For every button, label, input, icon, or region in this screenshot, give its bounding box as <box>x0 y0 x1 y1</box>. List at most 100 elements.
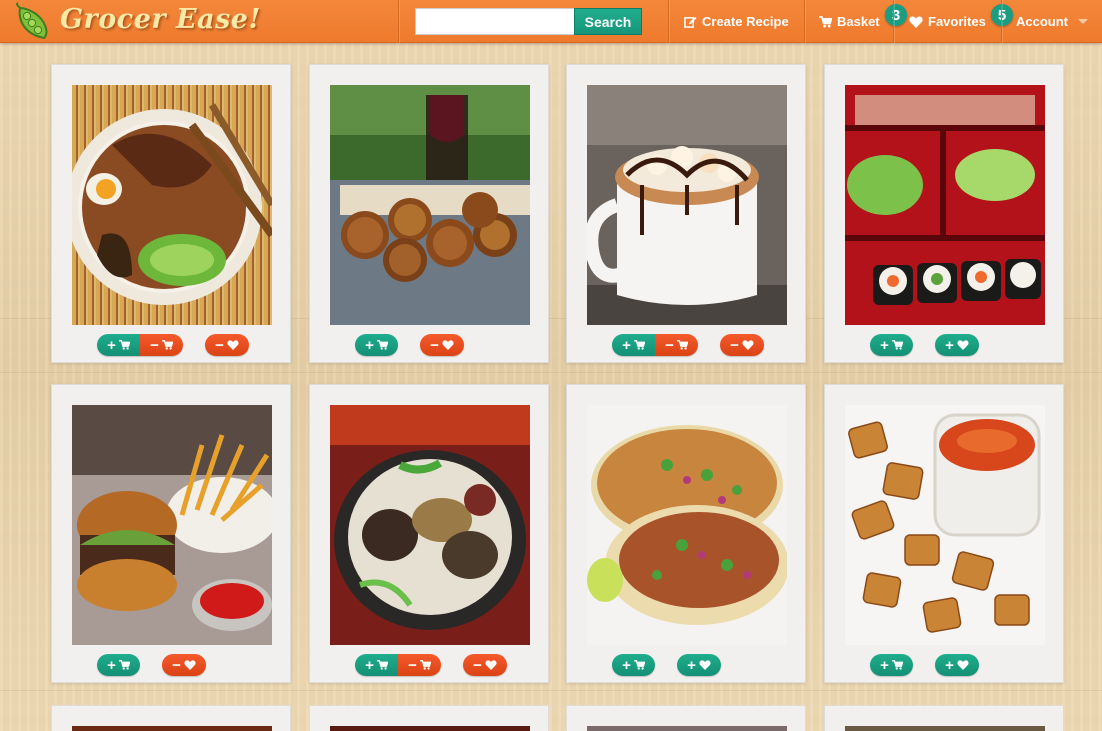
basket-toggle-group: + − <box>97 334 183 356</box>
nav-divider <box>398 0 399 43</box>
cart-icon <box>819 15 832 28</box>
minus-icon: − <box>473 656 482 674</box>
add-favorite-button[interactable]: + <box>677 654 721 676</box>
plus-icon: + <box>365 656 374 674</box>
recipe-card[interactable]: + − <box>309 64 549 363</box>
recipe-card[interactable]: + + <box>566 384 806 683</box>
recipe-card[interactable]: + − <box>51 384 291 683</box>
minus-icon: − <box>665 336 674 354</box>
basket-label: Basket <box>837 14 880 29</box>
recipe-actions: + + <box>825 334 1065 356</box>
cart-icon <box>419 660 431 670</box>
recipe-actions: + − − <box>52 334 292 356</box>
plus-icon: + <box>945 336 954 354</box>
minus-icon: − <box>430 336 439 354</box>
minus-icon: − <box>408 656 417 674</box>
recipe-card[interactable] <box>51 705 291 731</box>
remove-favorite-button[interactable]: − <box>420 334 464 356</box>
account-label: Account <box>1016 14 1068 29</box>
remove-from-basket-button[interactable]: − <box>398 654 441 676</box>
recipe-card[interactable]: + − − <box>566 64 806 363</box>
recipe-photo-tacos[interactable] <box>587 405 787 645</box>
heart-icon <box>699 660 711 670</box>
minus-icon: − <box>172 656 181 674</box>
heart-icon <box>957 660 969 670</box>
edit-icon <box>684 16 697 28</box>
search-input[interactable] <box>415 8 574 35</box>
favorites-label: Favorites <box>928 14 986 29</box>
cart-icon <box>118 340 130 350</box>
recipe-photo-smores-drink[interactable] <box>587 85 787 325</box>
remove-favorite-button[interactable]: − <box>205 334 249 356</box>
plus-icon: + <box>880 336 889 354</box>
account-menu[interactable]: Account <box>1016 0 1088 43</box>
cart-icon <box>118 660 130 670</box>
remove-from-basket-button[interactable]: − <box>655 334 698 356</box>
recipe-photo-fried-balls[interactable] <box>330 85 530 325</box>
cart-icon <box>633 660 645 670</box>
favorite-toggle: − <box>720 334 764 356</box>
heart-icon <box>227 340 239 350</box>
add-favorite-button[interactable]: + <box>935 334 979 356</box>
recipe-actions: + − <box>310 334 550 356</box>
heart-icon <box>442 340 454 350</box>
search-button[interactable]: Search <box>574 8 642 35</box>
remove-favorite-button[interactable]: − <box>720 334 764 356</box>
favorite-toggle: + <box>935 334 979 356</box>
recipe-card[interactable]: + − − <box>51 64 291 363</box>
favorite-toggle: − <box>463 654 507 676</box>
add-to-basket-button[interactable]: + <box>612 334 655 356</box>
recipe-card[interactable]: + + <box>824 64 1064 363</box>
nav-divider <box>804 0 805 43</box>
basket-toggle-group: + <box>870 334 913 356</box>
add-to-basket-button[interactable]: + <box>870 334 913 356</box>
recipe-photo-ramen[interactable] <box>72 85 272 325</box>
create-recipe-link[interactable]: Create Recipe <box>684 0 789 43</box>
recipe-card[interactable] <box>309 705 549 731</box>
recipe-actions: + + <box>567 654 807 676</box>
minus-icon: − <box>150 336 159 354</box>
basket-toggle-group: + − <box>355 654 441 676</box>
add-to-basket-button[interactable]: + <box>870 654 913 676</box>
recipe-card[interactable] <box>824 705 1064 731</box>
recipe-photo-burger[interactable] <box>72 405 272 645</box>
favorite-toggle: − <box>420 334 464 356</box>
favorite-toggle: − <box>162 654 206 676</box>
recipe-card[interactable]: + + <box>824 384 1064 683</box>
recipe-photo[interactable] <box>845 726 1045 731</box>
heart-icon <box>957 340 969 350</box>
recipe-card[interactable]: + − − <box>309 384 549 683</box>
heart-icon <box>184 660 196 670</box>
cart-icon <box>376 340 388 350</box>
pea-pod-icon <box>15 2 48 40</box>
recipe-photo[interactable] <box>330 726 530 731</box>
minus-icon: − <box>730 336 739 354</box>
recipe-actions: + − − <box>567 334 807 356</box>
plus-icon: + <box>880 656 889 674</box>
recipe-photo[interactable] <box>587 726 787 731</box>
nav-divider <box>893 0 894 43</box>
add-to-basket-button[interactable]: + <box>97 654 140 676</box>
add-to-basket-button[interactable]: + <box>97 334 140 356</box>
wood-seam <box>0 690 1102 691</box>
recipe-photo-sushi[interactable] <box>845 85 1045 325</box>
recipe-photo-ravioli[interactable] <box>845 405 1045 645</box>
favorites-link[interactable]: Favorites <box>909 0 986 43</box>
recipe-photo-soup[interactable] <box>330 405 530 645</box>
favorite-toggle: + <box>935 654 979 676</box>
logo-text[interactable]: Grocer Ease! <box>60 4 261 35</box>
remove-from-basket-button[interactable]: − <box>140 334 183 356</box>
basket-toggle-group: + <box>97 654 140 676</box>
add-to-basket-button[interactable]: + <box>355 334 398 356</box>
basket-link[interactable]: Basket <box>819 0 880 43</box>
recipe-card[interactable] <box>566 705 806 731</box>
remove-favorite-button[interactable]: − <box>463 654 507 676</box>
recipe-photo[interactable] <box>72 726 272 731</box>
add-favorite-button[interactable]: + <box>935 654 979 676</box>
recipe-actions: + + <box>825 654 1065 676</box>
logo[interactable] <box>14 2 54 42</box>
add-to-basket-button[interactable]: + <box>355 654 398 676</box>
add-to-basket-button[interactable]: + <box>612 654 655 676</box>
plus-icon: + <box>687 656 696 674</box>
remove-favorite-button[interactable]: − <box>162 654 206 676</box>
